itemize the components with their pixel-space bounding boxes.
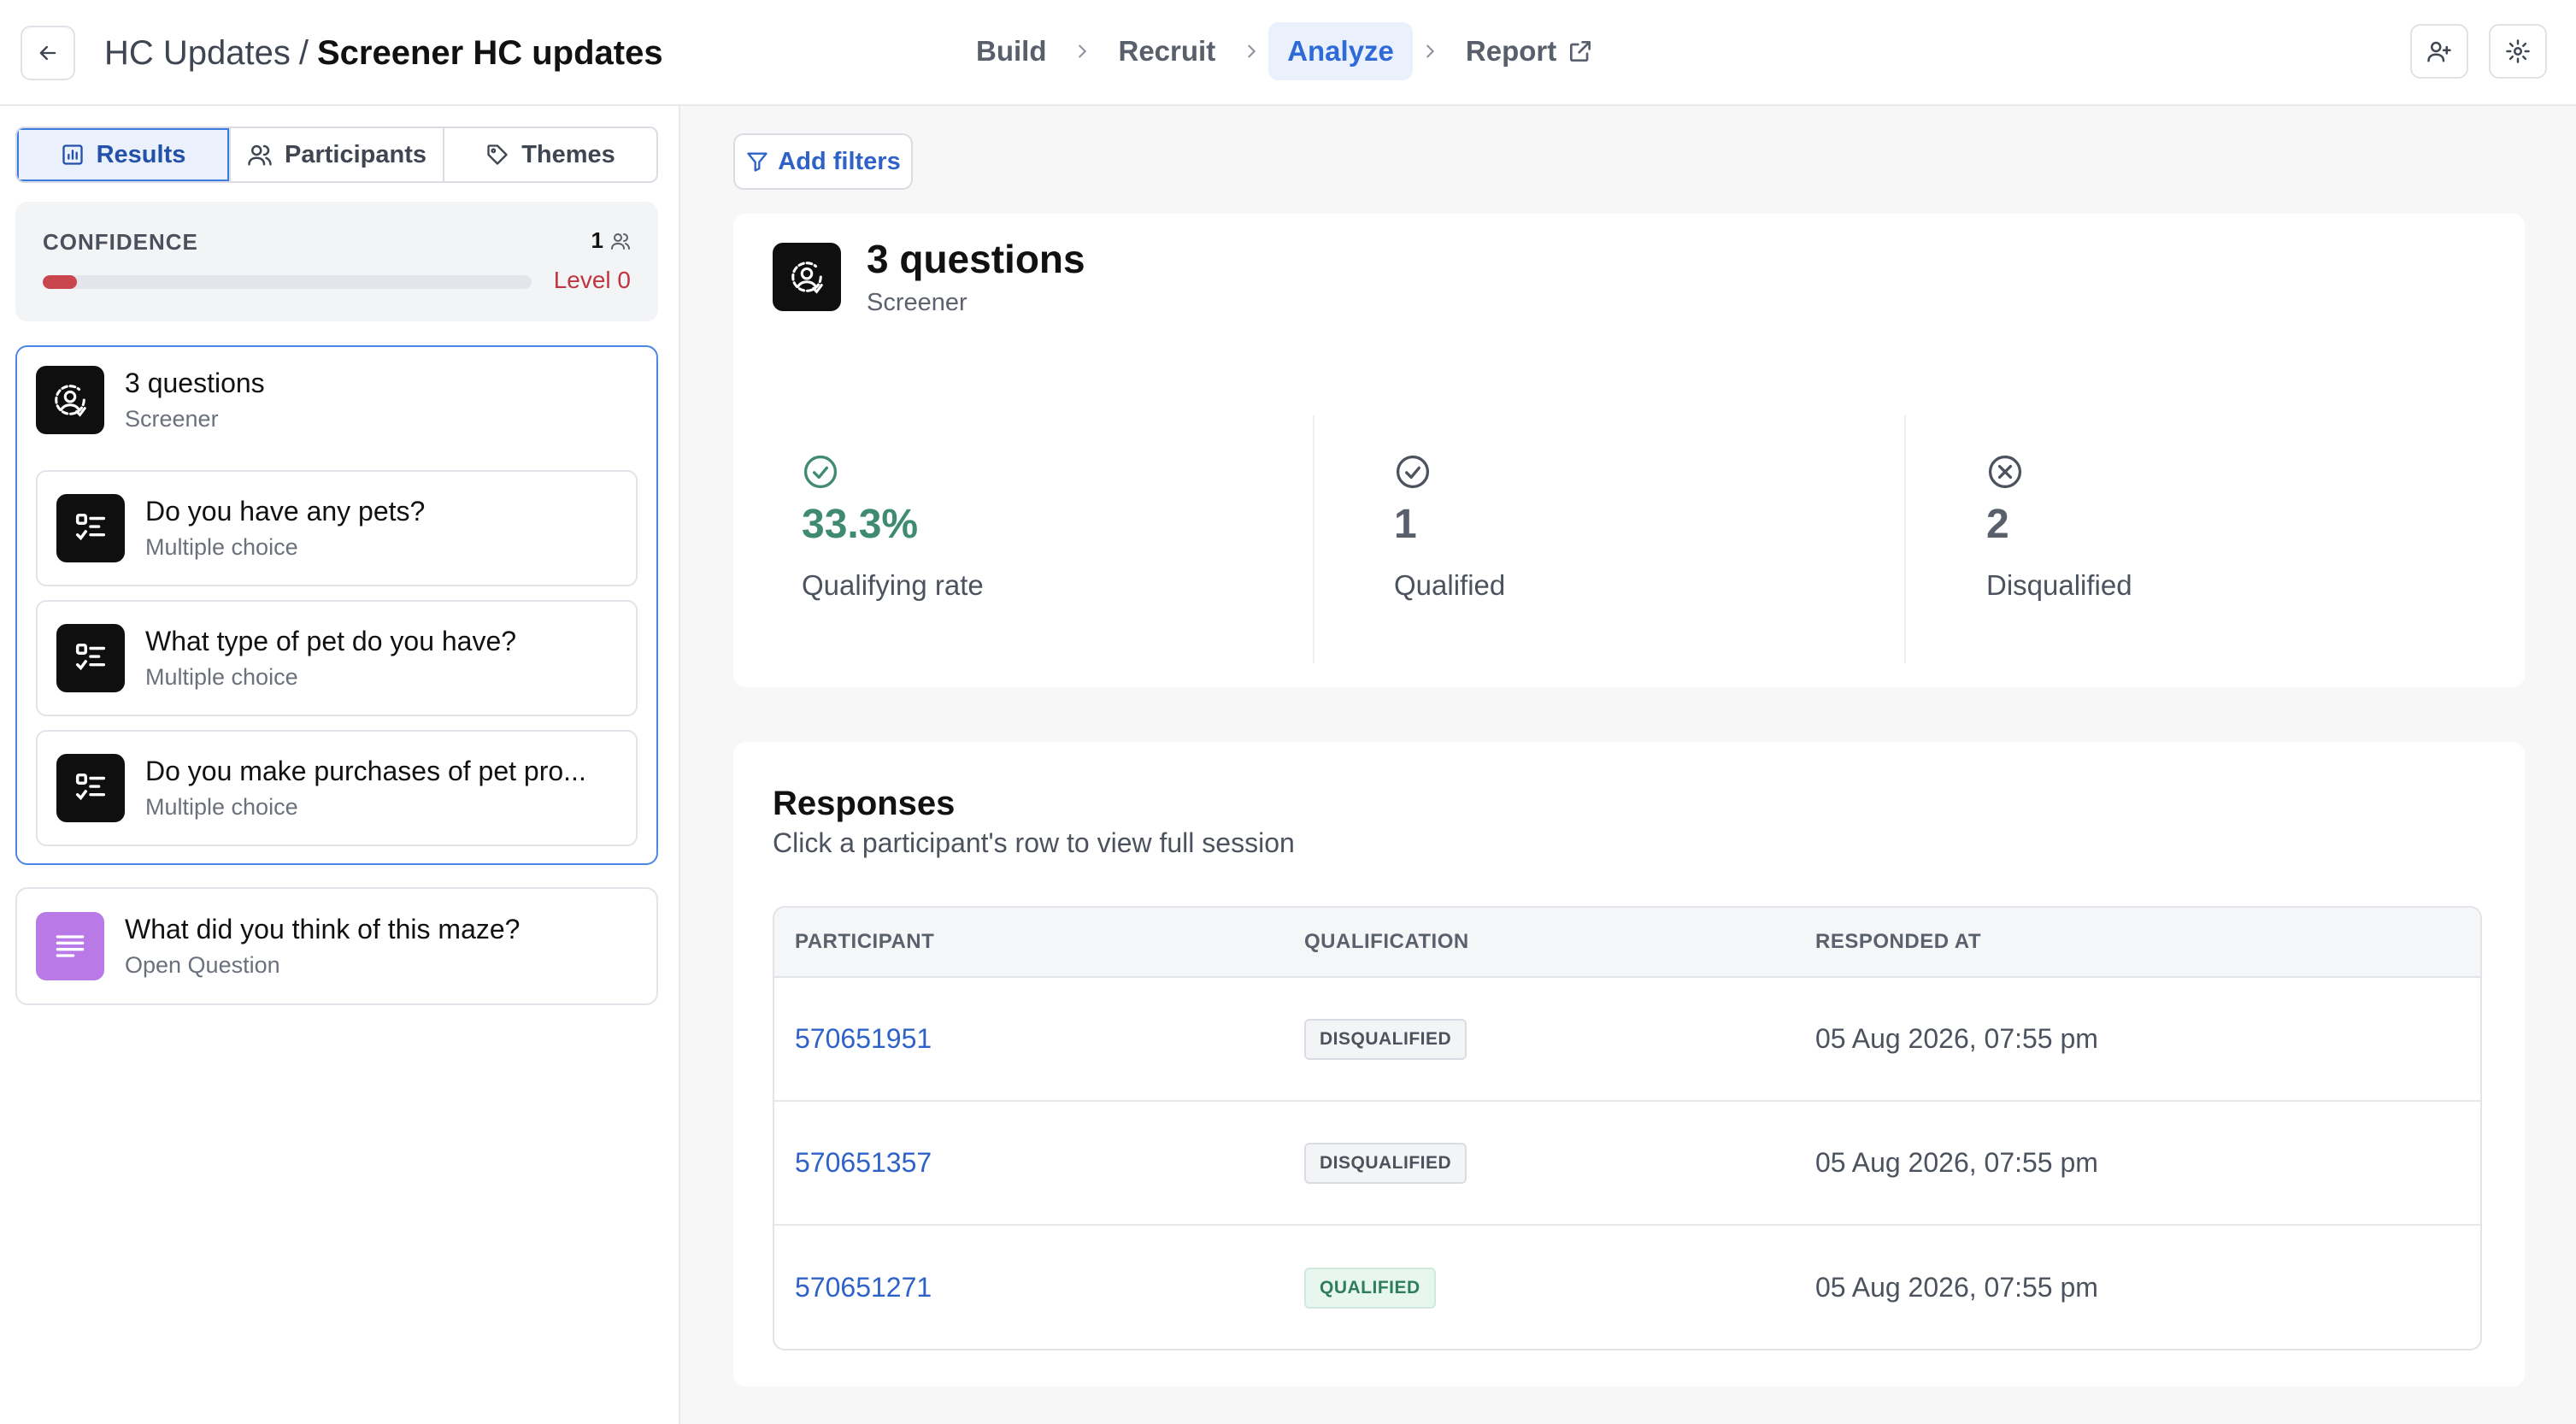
bar-chart-icon [62,144,83,165]
stat-divider [1904,415,1906,663]
participant-id-link[interactable]: 570651951 [795,1023,932,1054]
chevron-right-icon [1065,42,1099,61]
column-header-participant: PARTICIPANT [795,930,935,953]
add-filters-button[interactable]: Add filters [733,133,913,190]
settings-button[interactable] [2489,24,2547,79]
x-circle-icon [1988,455,2022,489]
multiple-choice-icon [56,494,125,562]
participant-id-link[interactable]: 570651357 [795,1147,932,1178]
column-header-responded-at: RESPONDED AT [1815,930,1982,953]
tab-themes[interactable]: Themes [444,128,656,181]
external-link-icon [1570,41,1591,62]
responses-table: PARTICIPANT QUALIFICATION RESPONDED AT 5… [773,906,2482,1350]
tab-participants[interactable]: Participants [231,128,444,181]
confidence-participant-count: 1 [591,227,631,254]
step-build[interactable]: Build [957,22,1065,80]
responses-card: Responses Click a participant's row to v… [733,742,2525,1386]
stat-value: 2 [1986,502,2009,547]
back-button[interactable] [21,26,75,80]
status-badge: DISQUALIFIED [1304,1142,1467,1184]
question-item[interactable]: What type of pet do you have? Multiple c… [36,600,638,716]
step-report[interactable]: Report [1447,22,1613,80]
tab-results[interactable]: Results [17,128,231,181]
stat-label: Disqualified [1986,569,2132,601]
table-row[interactable]: 570651951 DISQUALIFIED 05 Aug 2026, 07:5… [774,978,2480,1102]
invite-user-button[interactable] [2410,24,2468,79]
responses-title: Responses [773,785,956,822]
study-title: Screener HC updates [317,33,663,72]
stat-value: 1 [1394,502,1417,547]
open-question-icon [36,912,104,980]
responded-at: 05 Aug 2026, 07:55 pm [1815,1272,2098,1303]
filter-icon [747,152,768,172]
screener-summary-card: 3 questions Screener 33.3% Qualifying ra… [733,214,2525,687]
summary-header: 3 questions Screener [773,236,1085,317]
confidence-label: CONFIDENCE [43,229,198,255]
screener-icon [36,366,104,434]
chevron-right-icon [1234,42,1268,61]
breadcrumb-project[interactable]: HC Updates [104,34,291,73]
stat-qualifying-rate: 33.3% Qualifying rate [733,415,1246,663]
chevron-right-icon [1413,42,1447,61]
question-title: What type of pet do you have? [145,626,517,656]
status-badge: DISQUALIFIED [1304,1018,1467,1060]
results-sidebar: Results Participants Themes CONFIDENCE 1… [0,106,680,1424]
question-item[interactable]: Do you have any pets? Multiple choice [36,470,638,586]
workflow-steps: Build Recruit Analyze Report [957,21,1613,82]
screener-block-subtitle: Screener [125,406,219,432]
multiple-choice-icon [56,754,125,822]
confidence-progress-fill [43,275,78,289]
users-icon [611,232,630,250]
users-icon [248,144,272,166]
screener-block-header[interactable]: 3 questions Screener [36,366,265,434]
question-title: What did you think of this maze? [125,914,520,944]
sidebar-tabs: Results Participants Themes [15,127,658,183]
question-item[interactable]: Do you make purchases of pet pro... Mult… [36,730,638,846]
responded-at: 05 Aug 2026, 07:55 pm [1815,1147,2098,1178]
step-analyze[interactable]: Analyze [1268,22,1413,80]
summary-subtitle: Screener [867,289,967,316]
breadcrumb-separator: / [298,33,309,72]
top-header: HC Updates / Screener HC updates Build R… [0,0,2576,106]
question-type: Multiple choice [145,664,298,690]
arrow-left-icon [39,45,56,61]
screener-block-title: 3 questions [125,368,265,398]
stat-divider [1313,415,1314,663]
responses-subtitle: Click a participant's row to view full s… [773,827,1295,858]
tag-icon [487,144,508,165]
table-row[interactable]: 570651357 DISQUALIFIED 05 Aug 2026, 07:5… [774,1102,2480,1226]
confidence-level: Level 0 [553,267,631,293]
open-question-block[interactable]: What did you think of this maze? Open Qu… [15,887,658,1005]
question-title: Do you have any pets? [145,496,426,527]
confidence-progress-bar [43,275,532,289]
stat-disqualified: 2 Disqualified [1918,415,2431,663]
screener-icon [773,242,841,311]
table-header: PARTICIPANT QUALIFICATION RESPONDED AT [774,908,2480,978]
stat-label: Qualifying rate [802,569,984,601]
step-recruit[interactable]: Recruit [1099,22,1234,80]
question-type: Multiple choice [145,794,298,820]
table-row[interactable]: 570651271 QUALIFIED 05 Aug 2026, 07:55 p… [774,1226,2480,1349]
question-title: Do you make purchases of pet pro... [145,756,586,786]
column-header-qualification: QUALIFICATION [1304,930,1469,953]
responded-at: 05 Aug 2026, 07:55 pm [1815,1023,2098,1054]
stat-label: Qualified [1394,569,1506,601]
question-type: Multiple choice [145,534,298,560]
user-plus-icon [2427,41,2451,62]
question-type: Open Question [125,952,280,978]
summary-title: 3 questions [867,237,1085,281]
screener-block[interactable]: 3 questions Screener Do you have any pet… [15,345,658,865]
confidence-panel: CONFIDENCE 1 Level 0 [15,202,658,321]
participant-id-link[interactable]: 570651271 [795,1272,932,1303]
status-badge: QUALIFIED [1304,1267,1436,1309]
check-circle-icon [803,455,838,489]
stat-qualified: 1 Qualified [1326,415,1838,663]
multiple-choice-icon [56,624,125,692]
page-title: HC Updates / Screener HC updates [104,26,663,80]
gear-icon [2506,39,2530,63]
stat-value: 33.3% [802,502,919,547]
check-circle-icon [1396,455,1430,489]
